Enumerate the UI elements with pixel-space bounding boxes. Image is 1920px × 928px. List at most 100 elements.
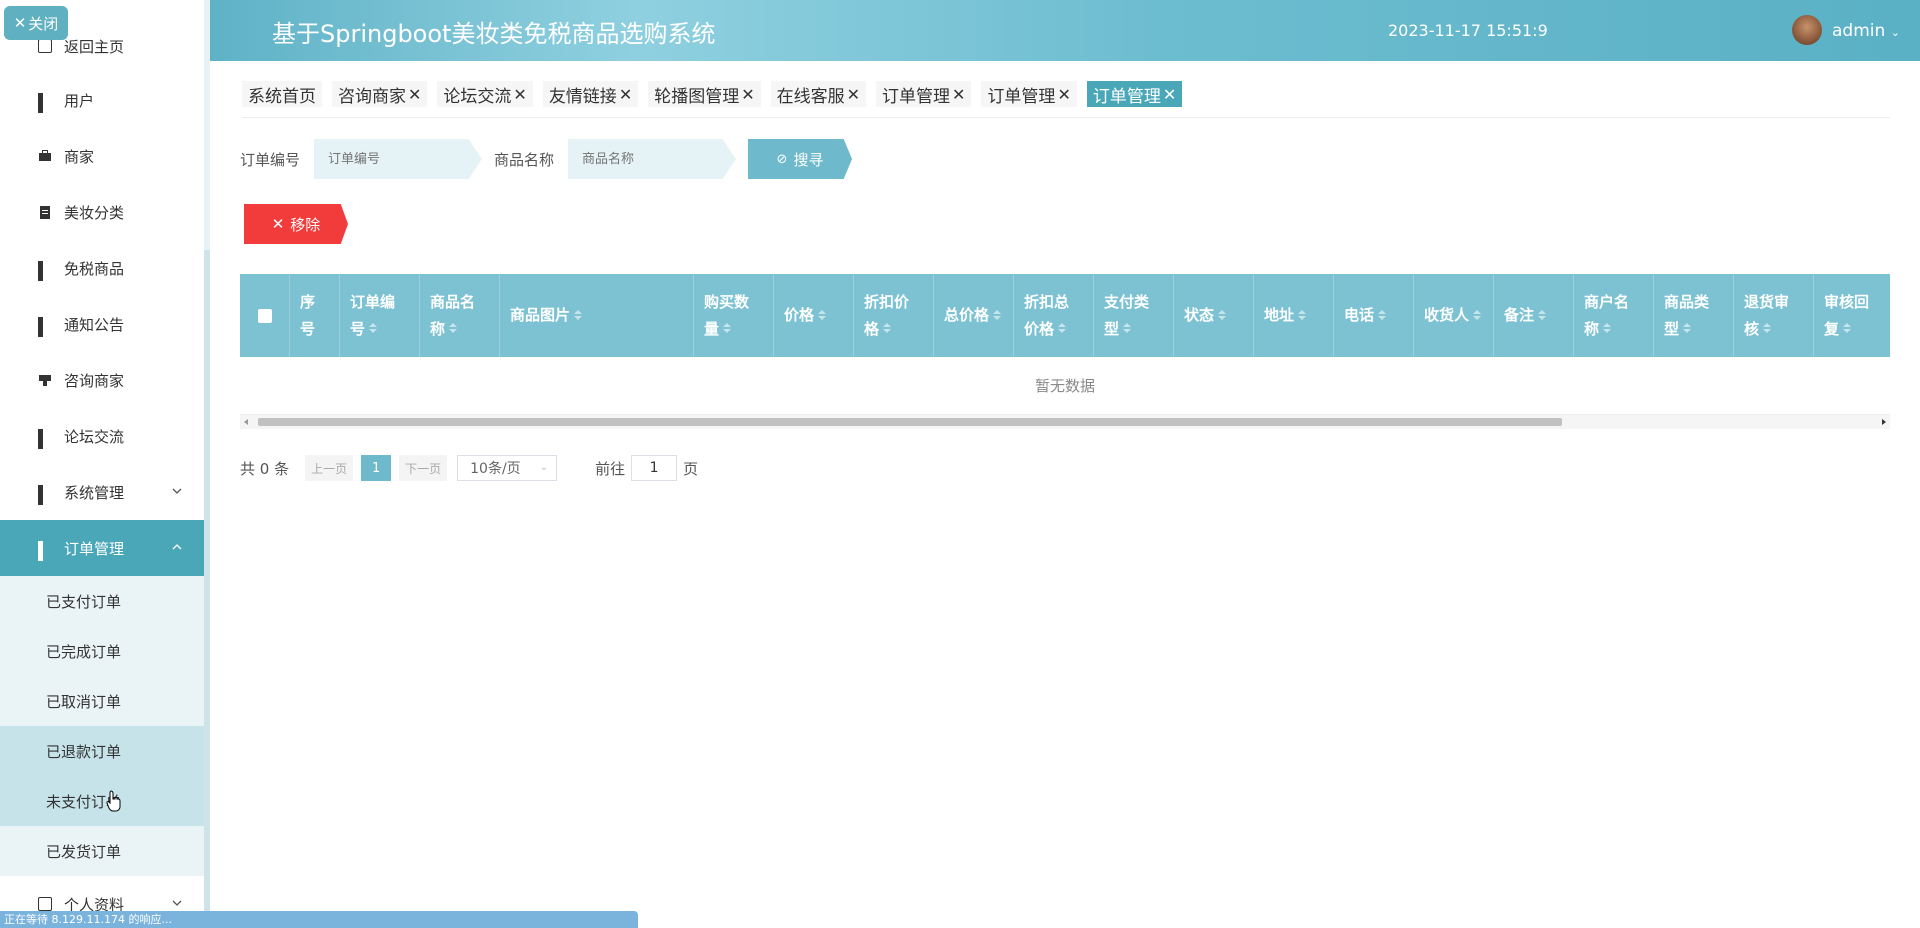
sidebar-item-0[interactable]: 用户 bbox=[0, 72, 204, 128]
column-header-6[interactable]: 折扣价格 bbox=[854, 274, 934, 357]
table-horizontal-scrollbar[interactable] bbox=[240, 415, 1890, 429]
sort-icon[interactable] bbox=[993, 309, 1002, 322]
sidebar-item-2[interactable]: 美妆分类 bbox=[0, 184, 204, 240]
tab-3[interactable]: 友情链接 ✕ bbox=[542, 81, 639, 107]
column-header-label: 型 bbox=[1104, 319, 1120, 338]
goods-name-input[interactable] bbox=[568, 139, 736, 179]
scroll-right-icon[interactable] bbox=[1882, 419, 1886, 425]
search-button[interactable]: ⊘ 搜寻 bbox=[748, 139, 852, 179]
goods-name-label: 商品名称 bbox=[494, 151, 555, 169]
column-header-13[interactable]: 收货人 bbox=[1414, 274, 1494, 357]
order-no-input[interactable] bbox=[314, 139, 482, 179]
tab-5[interactable]: 在线客服 ✕ bbox=[770, 81, 867, 107]
tab-8[interactable]: 订单管理 ✕ bbox=[1086, 81, 1183, 107]
sort-icon[interactable] bbox=[1058, 323, 1067, 335]
column-header-7[interactable]: 总价格 bbox=[934, 274, 1014, 357]
goto-page-input[interactable]: 1 bbox=[631, 455, 678, 481]
avatar[interactable] bbox=[1792, 15, 1822, 45]
user-name: admin bbox=[1832, 21, 1886, 41]
column-header-3[interactable]: 商品图片 bbox=[500, 274, 694, 357]
column-header-17[interactable]: 退货审核 bbox=[1734, 274, 1814, 357]
submenu-item-0[interactable]: 已支付订单 bbox=[0, 576, 204, 626]
sort-icon[interactable] bbox=[369, 323, 378, 335]
sort-icon[interactable] bbox=[1683, 323, 1692, 335]
submenu-item-4[interactable]: 未支付订单 bbox=[0, 776, 204, 826]
tab-7[interactable]: 订单管理 ✕ bbox=[981, 81, 1077, 107]
column-header-18[interactable]: 审核回复 bbox=[1814, 274, 1890, 357]
sidebar-item-5[interactable]: 咨询商家 bbox=[0, 352, 204, 408]
sidebar-item-3[interactable]: 免税商品 bbox=[0, 240, 204, 296]
column-header-9[interactable]: 支付类型 bbox=[1094, 274, 1174, 357]
close-icon[interactable]: ✕ bbox=[1057, 85, 1070, 104]
select-all-checkbox[interactable] bbox=[257, 308, 272, 323]
sort-icon[interactable] bbox=[723, 323, 732, 335]
sidebar-scrollbar[interactable] bbox=[204, 0, 210, 928]
tab-2[interactable]: 论坛交流 ✕ bbox=[437, 81, 533, 107]
user-menu[interactable]: admin ⌄ bbox=[1832, 21, 1900, 41]
tab-label: 友情链接 bbox=[548, 86, 617, 107]
column-header-4[interactable]: 购买数量 bbox=[694, 274, 774, 357]
tab-6[interactable]: 订单管理 ✕ bbox=[876, 81, 972, 107]
sort-icon[interactable] bbox=[1473, 309, 1482, 322]
page-size-select[interactable]: 10条/页 ⌄ bbox=[457, 455, 558, 481]
sidebar-item-7[interactable]: 系统管理 bbox=[0, 464, 204, 520]
sidebar-item-4[interactable]: 通知公告 bbox=[0, 296, 204, 352]
tab-label: 论坛交流 bbox=[443, 86, 512, 107]
scroll-left-icon[interactable] bbox=[244, 419, 248, 425]
sort-icon[interactable] bbox=[1298, 309, 1307, 322]
sort-icon[interactable] bbox=[1123, 323, 1132, 335]
close-sidebar-button[interactable]: ✕ 关闭 bbox=[4, 6, 68, 40]
close-icon[interactable]: ✕ bbox=[513, 85, 526, 104]
column-header-2[interactable]: 商品名称 bbox=[420, 274, 500, 357]
close-icon[interactable]: ✕ bbox=[847, 85, 860, 104]
column-header-12[interactable]: 电话 bbox=[1334, 274, 1414, 357]
tab-bar: 系统首页 咨询商家 ✕ 论坛交流 ✕ 友情链接 ✕ 轮播图管理 ✕ 在线客服 ✕ 订单管理 ✕ 订单管理 ✕… bbox=[242, 81, 1192, 107]
sort-icon[interactable] bbox=[449, 323, 458, 335]
column-header-14[interactable]: 备注 bbox=[1494, 274, 1574, 357]
sidebar-item-8[interactable]: 订单管理 bbox=[0, 520, 204, 576]
column-header-0: 序号 bbox=[290, 274, 340, 357]
tab-4[interactable]: 轮播图管理 ✕ bbox=[648, 81, 761, 107]
page-number-current[interactable]: 1 bbox=[361, 455, 392, 481]
select-all-checkbox-cell[interactable] bbox=[240, 274, 290, 357]
sort-icon[interactable] bbox=[1763, 323, 1772, 335]
column-header-label: 量 bbox=[704, 319, 720, 338]
table-header: 序号订单编号商品名称商品图片 购买数量价格 折扣价格总价格 折扣总 价格 支付类型状态 地址… bbox=[240, 274, 1890, 357]
sort-icon[interactable] bbox=[574, 309, 583, 322]
sort-icon[interactable] bbox=[1218, 309, 1227, 322]
column-header-1[interactable]: 订单编号 bbox=[340, 274, 420, 357]
sidebar-item-6[interactable]: 论坛交流 bbox=[0, 408, 204, 464]
column-header-16[interactable]: 商品类型 bbox=[1654, 274, 1734, 357]
close-icon[interactable]: ✕ bbox=[952, 85, 965, 104]
scrollbar-thumb[interactable] bbox=[204, 250, 210, 928]
column-header-15[interactable]: 商户名称 bbox=[1574, 274, 1654, 357]
column-header-label: 电话 bbox=[1344, 306, 1375, 324]
sidebar-item-1[interactable]: 商家 bbox=[0, 128, 204, 184]
prev-page-button[interactable]: 上一页 bbox=[305, 455, 354, 481]
sort-icon[interactable] bbox=[1378, 309, 1387, 322]
close-icon[interactable]: ✕ bbox=[1163, 85, 1176, 104]
grid-icon bbox=[38, 429, 52, 449]
tab-1[interactable]: 咨询商家 ✕ bbox=[332, 81, 428, 107]
column-header-10[interactable]: 状态 bbox=[1174, 274, 1254, 357]
column-header-11[interactable]: 地址 bbox=[1254, 274, 1334, 357]
tab-0[interactable]: 系统首页 bbox=[242, 81, 322, 107]
close-icon[interactable]: ✕ bbox=[741, 85, 754, 104]
sort-icon[interactable] bbox=[1603, 323, 1612, 335]
close-icon[interactable]: ✕ bbox=[619, 85, 632, 104]
sort-icon[interactable] bbox=[1843, 323, 1852, 335]
scrollbar-thumb[interactable] bbox=[258, 418, 1562, 426]
submenu-item-3[interactable]: 已退款订单 bbox=[0, 726, 204, 776]
next-page-button[interactable]: 下一页 bbox=[399, 455, 448, 481]
close-icon[interactable]: ✕ bbox=[408, 85, 421, 104]
sort-icon[interactable] bbox=[883, 323, 892, 335]
column-header-5[interactable]: 价格 bbox=[774, 274, 854, 357]
submenu-item-2[interactable]: 已取消订单 bbox=[0, 676, 204, 726]
column-header-8[interactable]: 折扣总 价格 bbox=[1014, 274, 1094, 357]
home-icon bbox=[38, 39, 52, 53]
remove-button[interactable]: ✕ 移除 bbox=[244, 204, 348, 244]
sort-icon[interactable] bbox=[818, 309, 827, 322]
sort-icon[interactable] bbox=[1538, 309, 1547, 322]
submenu-item-5[interactable]: 已发货订单 bbox=[0, 826, 204, 876]
submenu-item-1[interactable]: 已完成订单 bbox=[0, 626, 204, 676]
